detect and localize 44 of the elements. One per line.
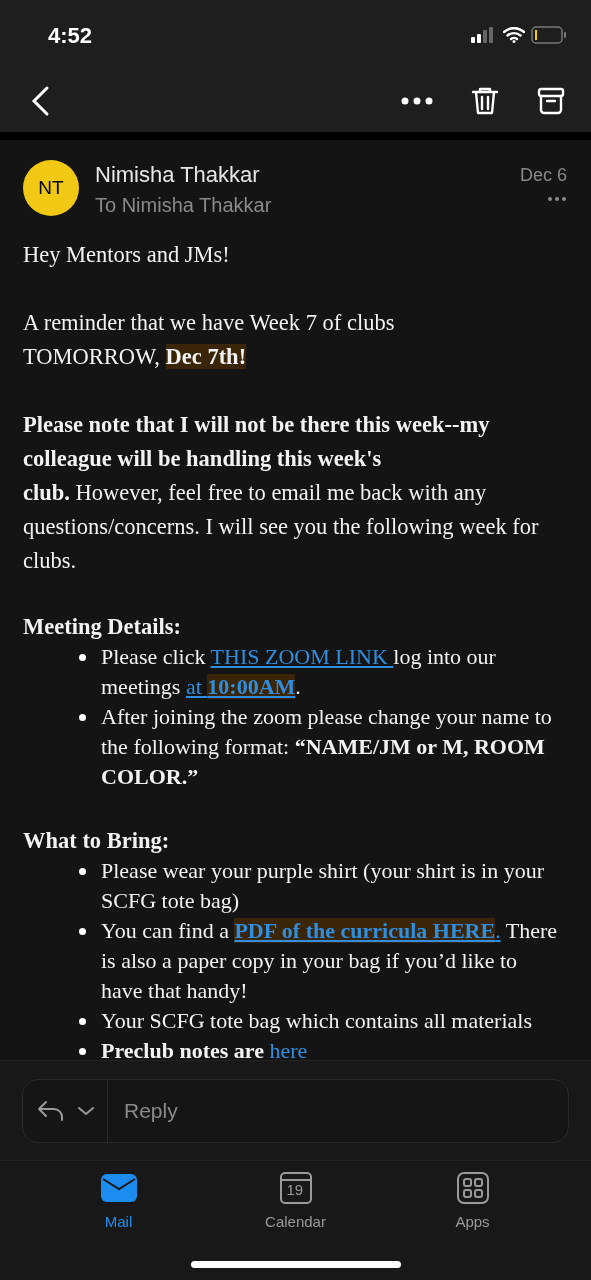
list-item-text: You can find a PDF of the curricula HERE. There is also a paper copy in your bag if you’d like to have that handy! [101,917,559,1005]
email-paragraph: A reminder that we have Week 7 of clubs TOMORROW, Dec 7th! [23,309,396,371]
trash-icon[interactable] [471,86,499,116]
status-time: 4:52 [48,21,93,50]
back-icon[interactable] [30,85,50,117]
avatar: NT [23,160,79,216]
email-link[interactable]: 10:00AM [207,674,296,699]
sender-name: Nimisha Thakkar [95,161,261,189]
apps-icon [456,1172,489,1204]
reply-icon [37,1099,65,1122]
calendar-date: 19 [286,1181,304,1199]
bullet-icon [79,1048,86,1055]
bullet-icon [79,868,86,875]
list-item-text: Please click THIS ZOOM LINK log into our meetings at 10:00AM. [101,643,497,701]
reply-bar[interactable]: Reply [22,1078,569,1143]
mail-icon [100,1174,137,1202]
chevron-down-icon [77,1105,95,1116]
tab-button[interactable]: Apps [422,1171,523,1234]
tab-button[interactable]: Mail [68,1171,169,1234]
bullet-icon [79,928,86,935]
list-item-text: Please wear your purple shirt (your shirt is in your SCFG tote bag) [101,857,545,915]
more-icon[interactable] [401,96,433,106]
section-heading: Meeting Details: [23,613,183,641]
tab-button[interactable]: 19 Calendar [245,1171,346,1234]
bullet-icon [79,1018,86,1025]
email-paragraph: Please note that I will not be there this week--my colleague will be handling this week's club. However, feel free to email me back with any questions/concerns. I will see you the following week for clubs. [23,411,540,575]
bullet-icon [79,654,86,661]
calendar-icon [279,1172,312,1204]
list-item-text: Your SCFG tote bag which contains all materials [101,1007,532,1035]
recipient-line: To Nimisha Thakkar [95,193,273,218]
wifi-icon [503,27,525,43]
email-link[interactable]: . [495,918,501,943]
battery-icon [531,26,567,44]
archive-icon[interactable] [537,87,565,115]
email-paragraph: Hey Mentors and JMs! [23,241,231,269]
bullet-icon [79,714,86,721]
reply-field[interactable]: Reply [108,1094,568,1127]
email-link[interactable]: THIS ZOOM LINK [210,644,394,669]
list-item-text: After joining the zoom please change your name to the following format: “NAME/JM or M, ROOM COLOR.” [101,703,553,791]
section-heading: What to Bring: [23,827,171,855]
email-link[interactable]: here [269,1038,308,1063]
email-date: Dec 6 [519,164,567,187]
email-link[interactable]: at [185,674,208,699]
email-link[interactable]: PDF of the curricula HERE [234,918,496,943]
